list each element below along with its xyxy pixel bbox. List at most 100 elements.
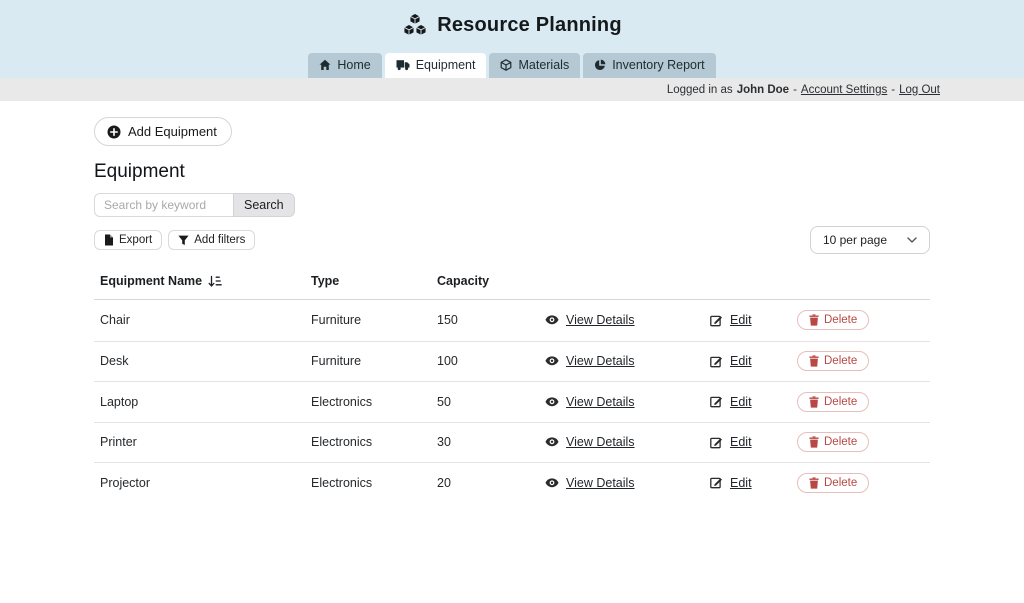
delete-label: Delete (824, 314, 857, 326)
tab-label: Home (337, 58, 370, 72)
home-icon (319, 59, 331, 71)
search-input[interactable] (94, 193, 233, 217)
trash-icon (809, 355, 819, 367)
trash-icon (809, 314, 819, 326)
cell-edit: Edit (710, 476, 797, 490)
edit-icon (710, 395, 723, 408)
cell-equipment-name: Projector (100, 476, 311, 490)
table-row: Desk Furniture 100 View Details Edit (94, 341, 930, 382)
table-row: Chair Furniture 150 View Details Edit (94, 300, 930, 341)
view-details-link[interactable]: View Details (566, 476, 635, 490)
cell-edit: Edit (710, 435, 797, 449)
cell-delete: Delete (797, 473, 930, 493)
column-header-type: Type (311, 274, 437, 288)
edit-icon (710, 355, 723, 368)
account-settings-link[interactable]: Account Settings (801, 84, 887, 96)
add-equipment-button[interactable]: Add Equipment (94, 117, 232, 146)
trash-icon (809, 477, 819, 489)
add-filters-button[interactable]: Add filters (168, 230, 255, 250)
table-row: Laptop Electronics 50 View Details Edit (94, 381, 930, 422)
delete-button[interactable]: Delete (797, 473, 869, 493)
add-filters-label: Add filters (194, 234, 245, 246)
view-details-link[interactable]: View Details (566, 354, 635, 368)
cell-capacity: 50 (437, 395, 545, 409)
separator: - (891, 84, 895, 96)
chevron-down-icon (907, 237, 917, 243)
table-body: Chair Furniture 150 View Details Edit (94, 300, 930, 503)
page-title: Equipment (94, 161, 930, 183)
add-equipment-label: Add Equipment (128, 124, 217, 139)
cell-capacity: 30 (437, 435, 545, 449)
delete-button[interactable]: Delete (797, 310, 869, 330)
cell-equipment-name: Chair (100, 313, 311, 327)
edit-link[interactable]: Edit (730, 313, 752, 327)
cell-view-details: View Details (545, 395, 710, 409)
cell-type: Electronics (311, 395, 437, 409)
edit-link[interactable]: Edit (730, 395, 752, 409)
cell-type: Furniture (311, 313, 437, 327)
cell-delete: Delete (797, 432, 930, 452)
export-button[interactable]: Export (94, 230, 162, 250)
column-header-equipment-name[interactable]: Equipment Name (100, 274, 311, 288)
edit-icon (710, 476, 723, 489)
export-label: Export (119, 234, 152, 246)
filter-icon (178, 235, 189, 246)
delete-label: Delete (824, 477, 857, 489)
edit-link[interactable]: Edit (730, 476, 752, 490)
eye-icon (545, 478, 559, 488)
view-details-link[interactable]: View Details (566, 313, 635, 327)
table-header-row: Equipment Name Type (94, 268, 930, 300)
delete-label: Delete (824, 355, 857, 367)
view-details-link[interactable]: View Details (566, 395, 635, 409)
cell-capacity: 20 (437, 476, 545, 490)
cell-capacity: 150 (437, 313, 545, 327)
cell-type: Furniture (311, 354, 437, 368)
column-header-capacity: Capacity (437, 274, 545, 288)
cell-edit: Edit (710, 354, 797, 368)
cell-edit: Edit (710, 395, 797, 409)
table-row: Printer Electronics 30 View Details Edit (94, 422, 930, 463)
app-header: Resource Planning Home Equipment (0, 0, 1024, 78)
tab-home[interactable]: Home (308, 53, 381, 78)
tab-equipment[interactable]: Equipment (385, 53, 487, 78)
username: John Doe (737, 84, 789, 96)
tab-label: Equipment (416, 58, 476, 72)
cell-view-details: View Details (545, 354, 710, 368)
delete-button[interactable]: Delete (797, 432, 869, 452)
table-row: Projector Electronics 20 View Details Ed… (94, 462, 930, 503)
tab-materials[interactable]: Materials (489, 53, 580, 78)
log-out-link[interactable]: Log Out (899, 84, 940, 96)
pie-chart-icon (594, 59, 606, 71)
trash-icon (809, 436, 819, 448)
user-bar: Logged in as John Doe - Account Settings… (0, 78, 1024, 101)
cell-capacity: 100 (437, 354, 545, 368)
main-content: Add Equipment Equipment Search Export Ad… (0, 101, 1024, 503)
tab-label: Inventory Report (612, 58, 704, 72)
table-toolbar: Export Add filters 10 per page (94, 226, 930, 254)
delete-button[interactable]: Delete (797, 351, 869, 371)
delete-label: Delete (824, 396, 857, 408)
eye-icon (545, 437, 559, 447)
nav-tabs: Home Equipment (0, 53, 1024, 78)
per-page-value: 10 per page (823, 233, 887, 247)
search-row: Search (94, 193, 930, 217)
box-icon (500, 59, 512, 71)
search-button[interactable]: Search (233, 193, 295, 217)
equipment-table: Equipment Name Type (94, 268, 930, 503)
edit-link[interactable]: Edit (730, 354, 752, 368)
eye-icon (545, 356, 559, 366)
per-page-select[interactable]: 10 per page (810, 226, 930, 254)
delete-label: Delete (824, 436, 857, 448)
cell-type: Electronics (311, 435, 437, 449)
delete-button[interactable]: Delete (797, 392, 869, 412)
cell-equipment-name: Printer (100, 435, 311, 449)
plus-circle-icon (107, 125, 121, 139)
cell-delete: Delete (797, 392, 930, 412)
edit-link[interactable]: Edit (730, 435, 752, 449)
tab-label: Materials (518, 58, 569, 72)
truck-icon (396, 59, 410, 71)
view-details-link[interactable]: View Details (566, 435, 635, 449)
cell-type: Electronics (311, 476, 437, 490)
trash-icon (809, 396, 819, 408)
tab-inventory-report[interactable]: Inventory Report (583, 53, 715, 78)
